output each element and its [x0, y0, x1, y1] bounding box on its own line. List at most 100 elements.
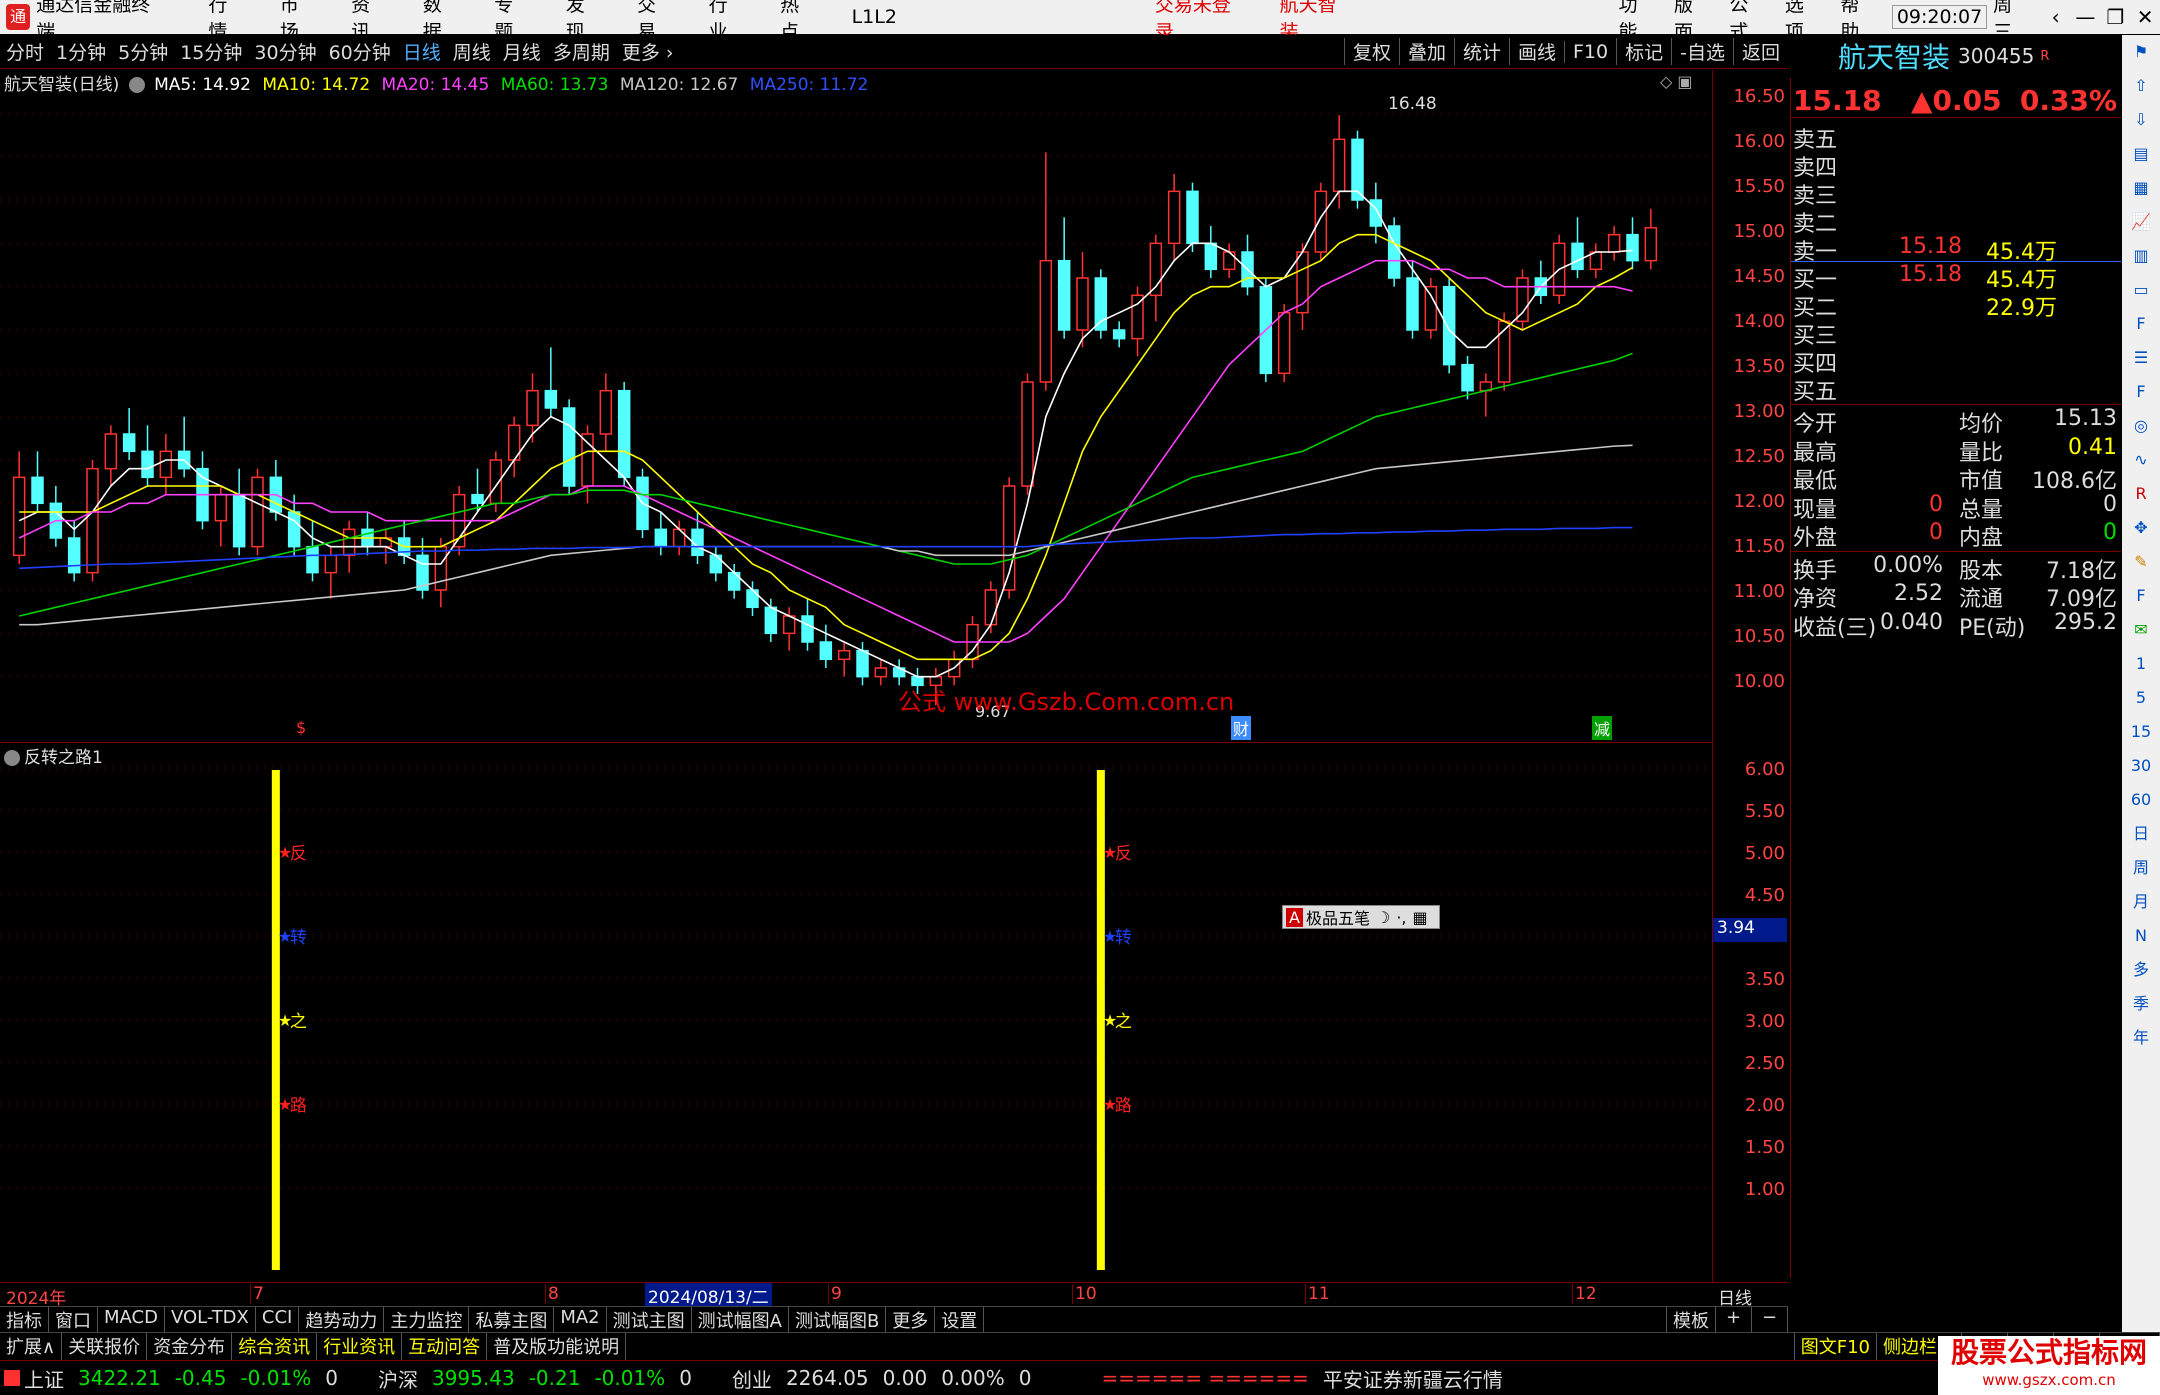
period-5min[interactable]: 5分钟	[118, 38, 168, 65]
indicator-chart[interactable]: 反转之路1 ★ 反 ★ 转 ★ 之 ★ 路 ★ 反 ★ 转 ★ 之 ★ 路 A 极品五笔 ☽ ·, ▦	[0, 742, 1712, 1282]
index-sh-name[interactable]: 上证	[24, 1364, 64, 1393]
tab-guanlian[interactable]: 关联报价	[62, 1333, 148, 1360]
tab-add[interactable]: +	[1716, 1307, 1752, 1332]
sidebar-list-icon[interactable]: ☰	[2122, 341, 2160, 375]
tab-kuozhan[interactable]: 扩展∧	[0, 1333, 63, 1360]
sidebar-period-30[interactable]: 30	[2122, 749, 2160, 783]
period-fenshi[interactable]: 分时	[6, 38, 44, 65]
sidebar-period-5[interactable]: 5	[2122, 681, 2160, 715]
sidebar-flag-icon[interactable]: ⚑	[2122, 35, 2160, 69]
tab-ceshi-a[interactable]: 测试幅图A	[692, 1307, 789, 1332]
tool-diejia[interactable]: 叠加	[1398, 38, 1454, 65]
tab-tuwen-f10[interactable]: 图文F10	[1793, 1333, 1877, 1360]
sidebar-chart-icon[interactable]: 📈	[2122, 205, 2160, 239]
main-chart[interactable]: 航天智装(日线) MA5: 14.92 MA10: 14.72 MA20: 14…	[0, 70, 1712, 742]
bid-row[interactable]: 买一 15.18 45.4万	[1791, 262, 2121, 293]
sidebar-period-1[interactable]: 1	[2122, 647, 2160, 681]
bid-row[interactable]: 买三	[1791, 318, 2121, 349]
index-hs-name[interactable]: 沪深	[378, 1364, 418, 1393]
tab-qushi[interactable]: 趋势动力	[299, 1307, 385, 1332]
sidebar-rsi-icon[interactable]: R	[2122, 477, 2160, 511]
ime-keyboard-icon[interactable]: ▦	[1412, 908, 1427, 927]
tab-vol-tdx[interactable]: VOL-TDX	[165, 1307, 256, 1332]
sidebar-pen-icon[interactable]: ✎	[2122, 545, 2160, 579]
tab-zhuli[interactable]: 主力监控	[384, 1307, 470, 1332]
tab-macd[interactable]: MACD	[98, 1307, 165, 1332]
sidebar-period-multi[interactable]: 多	[2122, 953, 2160, 987]
marker-dollar[interactable]: $	[296, 718, 306, 737]
bid-row[interactable]: 买二 22.9万	[1791, 290, 2121, 321]
sidebar-period-year[interactable]: 年	[2122, 1021, 2160, 1055]
sidebar-period-month[interactable]: 月	[2122, 885, 2160, 919]
index-cy-name[interactable]: 创业	[732, 1364, 772, 1393]
period-60min[interactable]: 60分钟	[329, 38, 391, 65]
ask-row[interactable]: 卖一 15.18 45.4万	[1791, 234, 2121, 265]
tab-cci[interactable]: CCI	[256, 1307, 300, 1332]
ime-a-icon[interactable]: A	[1286, 907, 1303, 927]
tab-remove[interactable]: −	[1752, 1307, 1788, 1332]
bid-row[interactable]: 买五	[1791, 374, 2121, 405]
tool-huaxian[interactable]: 画线	[1508, 38, 1564, 65]
tab-more[interactable]: 更多	[886, 1307, 936, 1332]
tool-fanhui[interactable]: 返回	[1732, 38, 1788, 65]
sidebar-kline-icon[interactable]: ▥	[2122, 239, 2160, 273]
sidebar-down-icon[interactable]: ⇩	[2122, 103, 2160, 137]
sidebar-f10-icon[interactable]: F	[2122, 307, 2160, 341]
tab-template[interactable]: 模板	[1666, 1307, 1716, 1332]
sidebar-up-icon[interactable]: ⇧	[2122, 69, 2160, 103]
tool-f10[interactable]: F10	[1564, 40, 1616, 63]
restore-icon[interactable]: ❐	[2100, 5, 2130, 29]
marker-cai[interactable]: 财	[1231, 716, 1252, 740]
sidebar-move-icon[interactable]: ✥	[2122, 511, 2160, 545]
ask-row[interactable]: 卖二	[1791, 206, 2121, 237]
period-30min[interactable]: 30分钟	[254, 38, 316, 65]
period-15min[interactable]: 15分钟	[180, 38, 242, 65]
tab-zonghe[interactable]: 综合资讯	[232, 1333, 318, 1360]
tab-hudong[interactable]: 互动问答	[402, 1333, 488, 1360]
close-icon[interactable]: ✕	[2130, 5, 2160, 29]
sidebar-period-60[interactable]: 60	[2122, 783, 2160, 817]
tab-chuangkou[interactable]: 窗口	[49, 1307, 98, 1332]
tab-hangye-zixun[interactable]: 行业资讯	[317, 1333, 403, 1360]
period-more[interactable]: 更多 ›	[622, 38, 674, 65]
ime-toolbar[interactable]: A 极品五笔 ☽ ·, ▦	[1282, 905, 1440, 929]
sidebar-period-15[interactable]: 15	[2122, 715, 2160, 749]
tab-settings[interactable]: 设置	[935, 1307, 985, 1332]
menu-l1l2[interactable]: L1L2	[852, 6, 897, 28]
ask-row[interactable]: 卖五	[1791, 122, 2121, 153]
sidebar-mail-icon[interactable]: ✉	[2122, 613, 2160, 647]
bid-row[interactable]: 买四	[1791, 346, 2121, 377]
tab-puji[interactable]: 普及版功能说明	[487, 1333, 627, 1360]
sidebar-period-week[interactable]: 周	[2122, 851, 2160, 885]
sidebar-doc-icon[interactable]: ▤	[2122, 137, 2160, 171]
tab-ceshi-b[interactable]: 测试幅图B	[789, 1307, 887, 1332]
sidebar-news-icon[interactable]: ▭	[2122, 273, 2160, 307]
period-weekly[interactable]: 周线	[453, 38, 491, 65]
sidebar-period-n[interactable]: N	[2122, 919, 2160, 953]
period-monthly[interactable]: 月线	[503, 38, 541, 65]
tab-ceshi-main[interactable]: 测试主图	[607, 1307, 692, 1332]
sidebar-circle-icon[interactable]: ◎	[2122, 409, 2160, 443]
sidebar-wave-icon[interactable]: ∿	[2122, 443, 2160, 477]
minimize-icon[interactable]: —	[2071, 5, 2101, 29]
ime-moon-icon[interactable]: ☽	[1376, 908, 1390, 927]
period-daily[interactable]: 日线	[403, 38, 441, 65]
tool-biaoji[interactable]: 标记	[1616, 38, 1671, 65]
sidebar-f2-icon[interactable]: F	[2122, 375, 2160, 409]
marker-jian[interactable]: 减	[1592, 716, 1613, 740]
tool-tongji[interactable]: 统计	[1453, 38, 1509, 65]
tool-fuquan[interactable]: 复权	[1343, 38, 1399, 65]
sidebar-period-day[interactable]: 日	[2122, 817, 2160, 851]
ask-row[interactable]: 卖四	[1791, 150, 2121, 181]
sidebar-period-season[interactable]: 季	[2122, 987, 2160, 1021]
tool-zixuan[interactable]: -自选	[1671, 38, 1733, 65]
tab-simu[interactable]: 私募主图	[469, 1307, 555, 1332]
period-1min[interactable]: 1分钟	[56, 38, 106, 65]
sidebar-table-icon[interactable]: ▦	[2122, 171, 2160, 205]
tab-ma2[interactable]: MA2	[554, 1307, 607, 1332]
ask-row[interactable]: 卖三	[1791, 178, 2121, 209]
tab-zijin[interactable]: 资金分布	[147, 1333, 233, 1360]
period-multi[interactable]: 多周期	[553, 38, 610, 65]
tab-zhibiao[interactable]: 指标	[0, 1307, 49, 1332]
back-icon[interactable]: ‹	[2041, 5, 2071, 29]
